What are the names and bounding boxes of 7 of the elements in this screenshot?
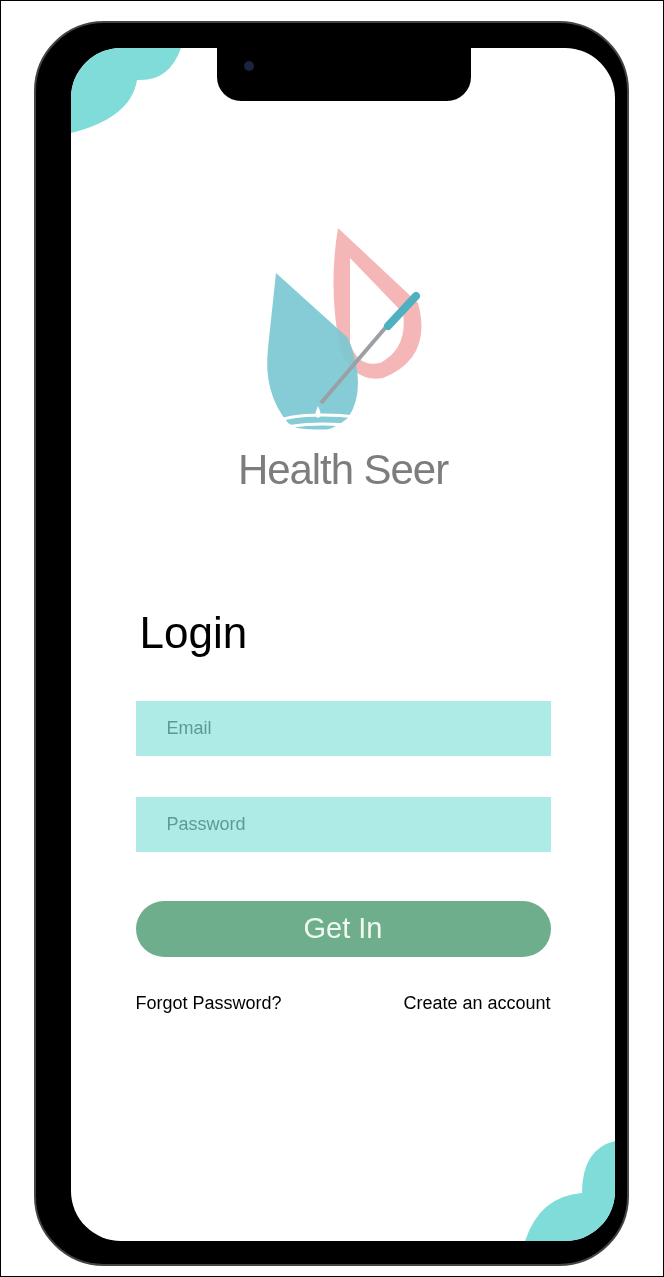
link[interactable]: Forgot Password? bbox=[135, 990, 282, 1017]
input-field[interactable]: Email bbox=[135, 701, 551, 756]
camera-icon bbox=[243, 60, 255, 72]
link[interactable]: Create an account bbox=[403, 990, 551, 1017]
app-name: Health Seer bbox=[237, 445, 449, 495]
input-field[interactable]: Password bbox=[135, 797, 551, 852]
login-heading: Login bbox=[139, 607, 249, 659]
